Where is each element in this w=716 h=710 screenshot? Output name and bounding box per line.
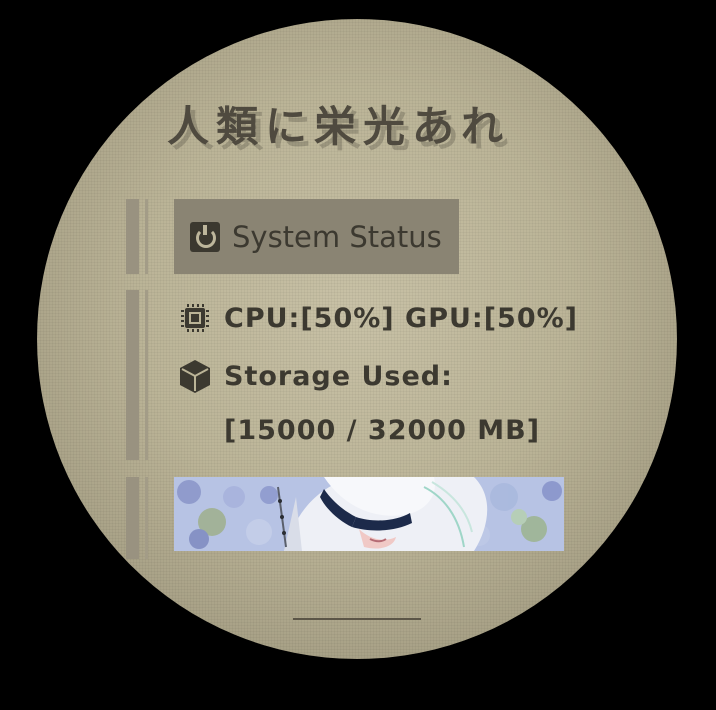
storage-row: Storage Used: [176,357,453,395]
rail-status [126,199,148,274]
storage-value: [15000 / 32000 MB] [224,415,541,446]
storage-cube-icon [180,360,210,393]
bottom-divider [293,618,421,620]
cpu-gpu-usage: CPU:[50%] GPU:[50%] [224,302,579,334]
system-status-header[interactable]: System Status [174,199,459,274]
cpu-gpu-row: CPU:[50%] GPU:[50%] [176,299,578,337]
page-title: 人類に栄光あれ [167,102,511,151]
character-banner-image [174,477,564,551]
power-icon [190,221,220,252]
cpu-chip-icon [181,304,209,332]
storage-value-row: [15000 / 32000 MB] [224,415,540,446]
rail-banner [126,477,148,559]
rail-metrics [126,290,148,460]
watch-face: 人類に栄光あれ System Status CPU:[50%] GPU:[50%… [37,19,677,659]
system-status-title: System Status [232,219,442,254]
storage-label: Storage Used: [224,360,453,392]
